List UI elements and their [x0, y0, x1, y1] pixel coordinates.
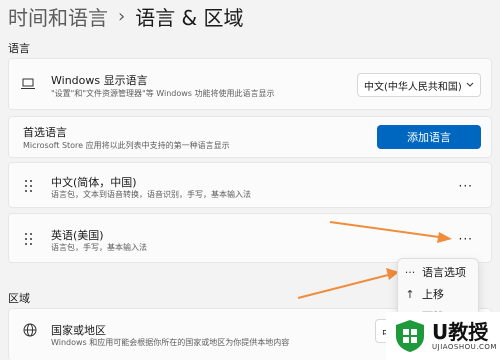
shield-logo-icon — [396, 320, 424, 352]
watermark-site: UJIAOSHOU.COM — [432, 343, 497, 351]
menu-item-language-options[interactable]: ··· 语言选项 — [398, 261, 478, 283]
arrow-to-more-button — [329, 221, 447, 239]
watermark-logo: U教授 UJIAOSHOU.COM — [386, 312, 500, 360]
arrow-up-icon: ↑ — [405, 287, 415, 301]
arrow-to-language-options — [297, 273, 393, 299]
arrowhead-icon — [437, 232, 452, 243]
more-dots-icon: ··· — [404, 265, 416, 279]
watermark-brand: U教授 — [432, 320, 489, 344]
menu-item-move-up[interactable]: ↑ 上移 — [398, 283, 478, 305]
